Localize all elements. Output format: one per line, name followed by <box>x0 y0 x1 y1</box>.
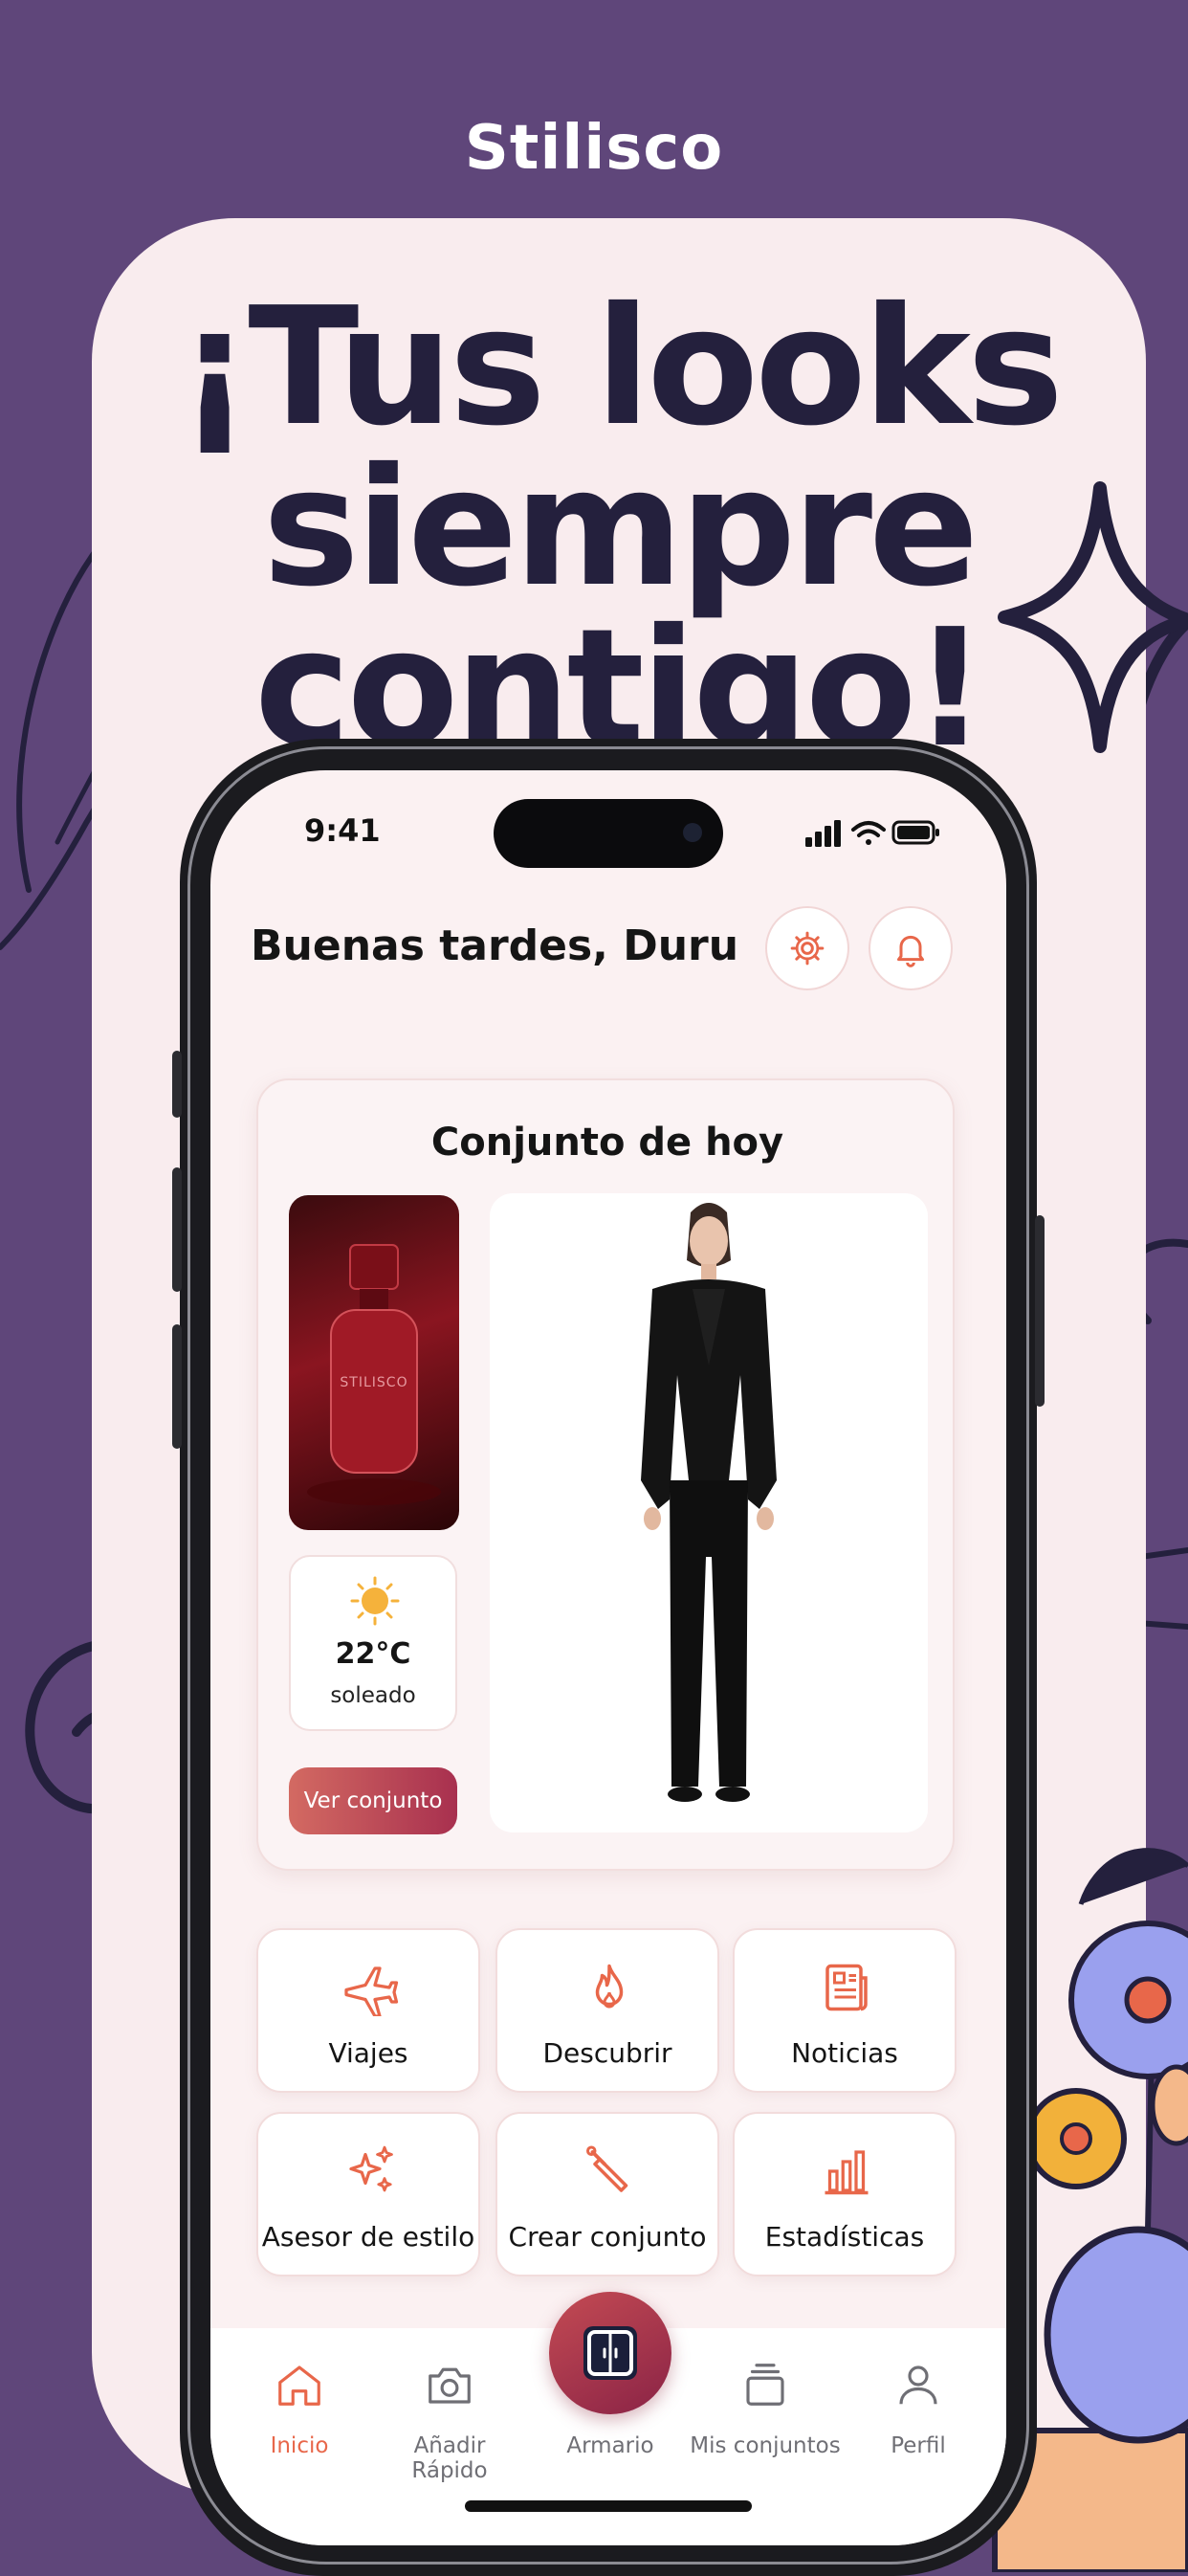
bell-icon <box>897 935 924 967</box>
tile-label: Descubrir <box>542 2037 672 2069</box>
tile-label: Crear conjunto <box>508 2221 707 2253</box>
tile-noticias[interactable]: Noticias <box>733 1928 957 2093</box>
settings-button[interactable] <box>765 906 849 990</box>
phone-volume-down <box>172 1324 182 1449</box>
phone-silent-switch <box>172 1051 182 1118</box>
todays-outfit-card: Conjunto de hoy STILISCO 22°C soleado Ve… <box>256 1078 955 1871</box>
sparkles-icon <box>349 2145 393 2192</box>
tile-descubrir[interactable]: Descubrir <box>495 1928 719 2093</box>
hanger-icon <box>586 2145 628 2192</box>
tab-label: Armario <box>566 2433 654 2458</box>
weather-widget: 22°C soleado <box>289 1555 457 1731</box>
tile-crear-conjunto[interactable]: Crear conjunto <box>495 2112 719 2276</box>
tile-viajes[interactable]: Viajes <box>256 1928 480 2093</box>
bar-chart-icon <box>825 2150 869 2195</box>
tab-inicio[interactable]: Inicio <box>247 2359 352 2458</box>
user-icon <box>899 2365 937 2405</box>
perfume-image[interactable]: STILISCO <box>289 1195 459 1530</box>
perfume-bottle-icon <box>307 1244 441 1505</box>
wardrobe-icon <box>583 2326 637 2380</box>
dynamic-island <box>494 799 723 868</box>
home-indicator[interactable] <box>465 2500 752 2512</box>
plane-icon <box>344 1966 399 2016</box>
weather-condition: soleado <box>330 1683 416 1708</box>
outfit-model-image[interactable] <box>490 1193 928 1832</box>
status-time: 9:41 <box>304 812 381 849</box>
tile-label: Asesor de estilo <box>261 2221 475 2253</box>
sun-icon <box>350 1576 400 1626</box>
app-screen: 9:41 Buenas tardes, Duru Conjunto de hoy <box>210 770 1006 2545</box>
status-icons <box>805 820 939 847</box>
newspaper-icon <box>825 1964 868 2011</box>
tab-label: Mis conjuntos <box>690 2433 841 2458</box>
gear-icon <box>790 931 825 966</box>
tab-perfil[interactable]: Perfil <box>861 2359 976 2458</box>
wardrobe-center-button[interactable] <box>549 2292 671 2414</box>
camera-dot <box>683 823 702 842</box>
tile-asesor-de-estilo[interactable]: Asesor de estilo <box>256 2112 480 2276</box>
model-in-black-suit <box>641 1203 777 1802</box>
tab-label: Perfil <box>891 2433 946 2458</box>
phone-power-button <box>1035 1215 1045 1407</box>
tab-label: Inicio <box>270 2433 329 2458</box>
card-title: Conjunto de hoy <box>430 1121 784 1165</box>
tab-anadir-rapido[interactable]: Añadir Rápido <box>373 2359 526 2483</box>
tile-label: Noticias <box>791 2037 898 2069</box>
view-outfit-button[interactable]: Ver conjunto <box>289 1767 457 1834</box>
tile-label: Viajes <box>328 2037 408 2069</box>
greeting-text: Buenas tardes, Duru <box>251 922 739 970</box>
signal-icon <box>805 820 841 847</box>
notifications-button[interactable] <box>869 906 953 990</box>
tile-label: Estadísticas <box>764 2221 925 2253</box>
perfume-brand-label: STILISCO <box>340 1375 408 1390</box>
tab-label: Añadir Rápido <box>411 2433 488 2483</box>
stack-icon <box>746 2364 784 2406</box>
weather-temperature: 22°C <box>335 1637 411 1671</box>
tab-mis-conjuntos[interactable]: Mis conjuntos <box>689 2359 842 2458</box>
phone-volume-up <box>172 1167 182 1292</box>
flame-icon <box>595 1964 624 2009</box>
home-icon <box>278 2365 320 2406</box>
tab-armario[interactable]: Armario <box>545 2433 675 2458</box>
battery-icon <box>891 820 939 845</box>
tile-estadisticas[interactable]: Estadísticas <box>733 2112 957 2276</box>
camera-icon <box>429 2367 471 2404</box>
wifi-icon <box>851 821 886 845</box>
